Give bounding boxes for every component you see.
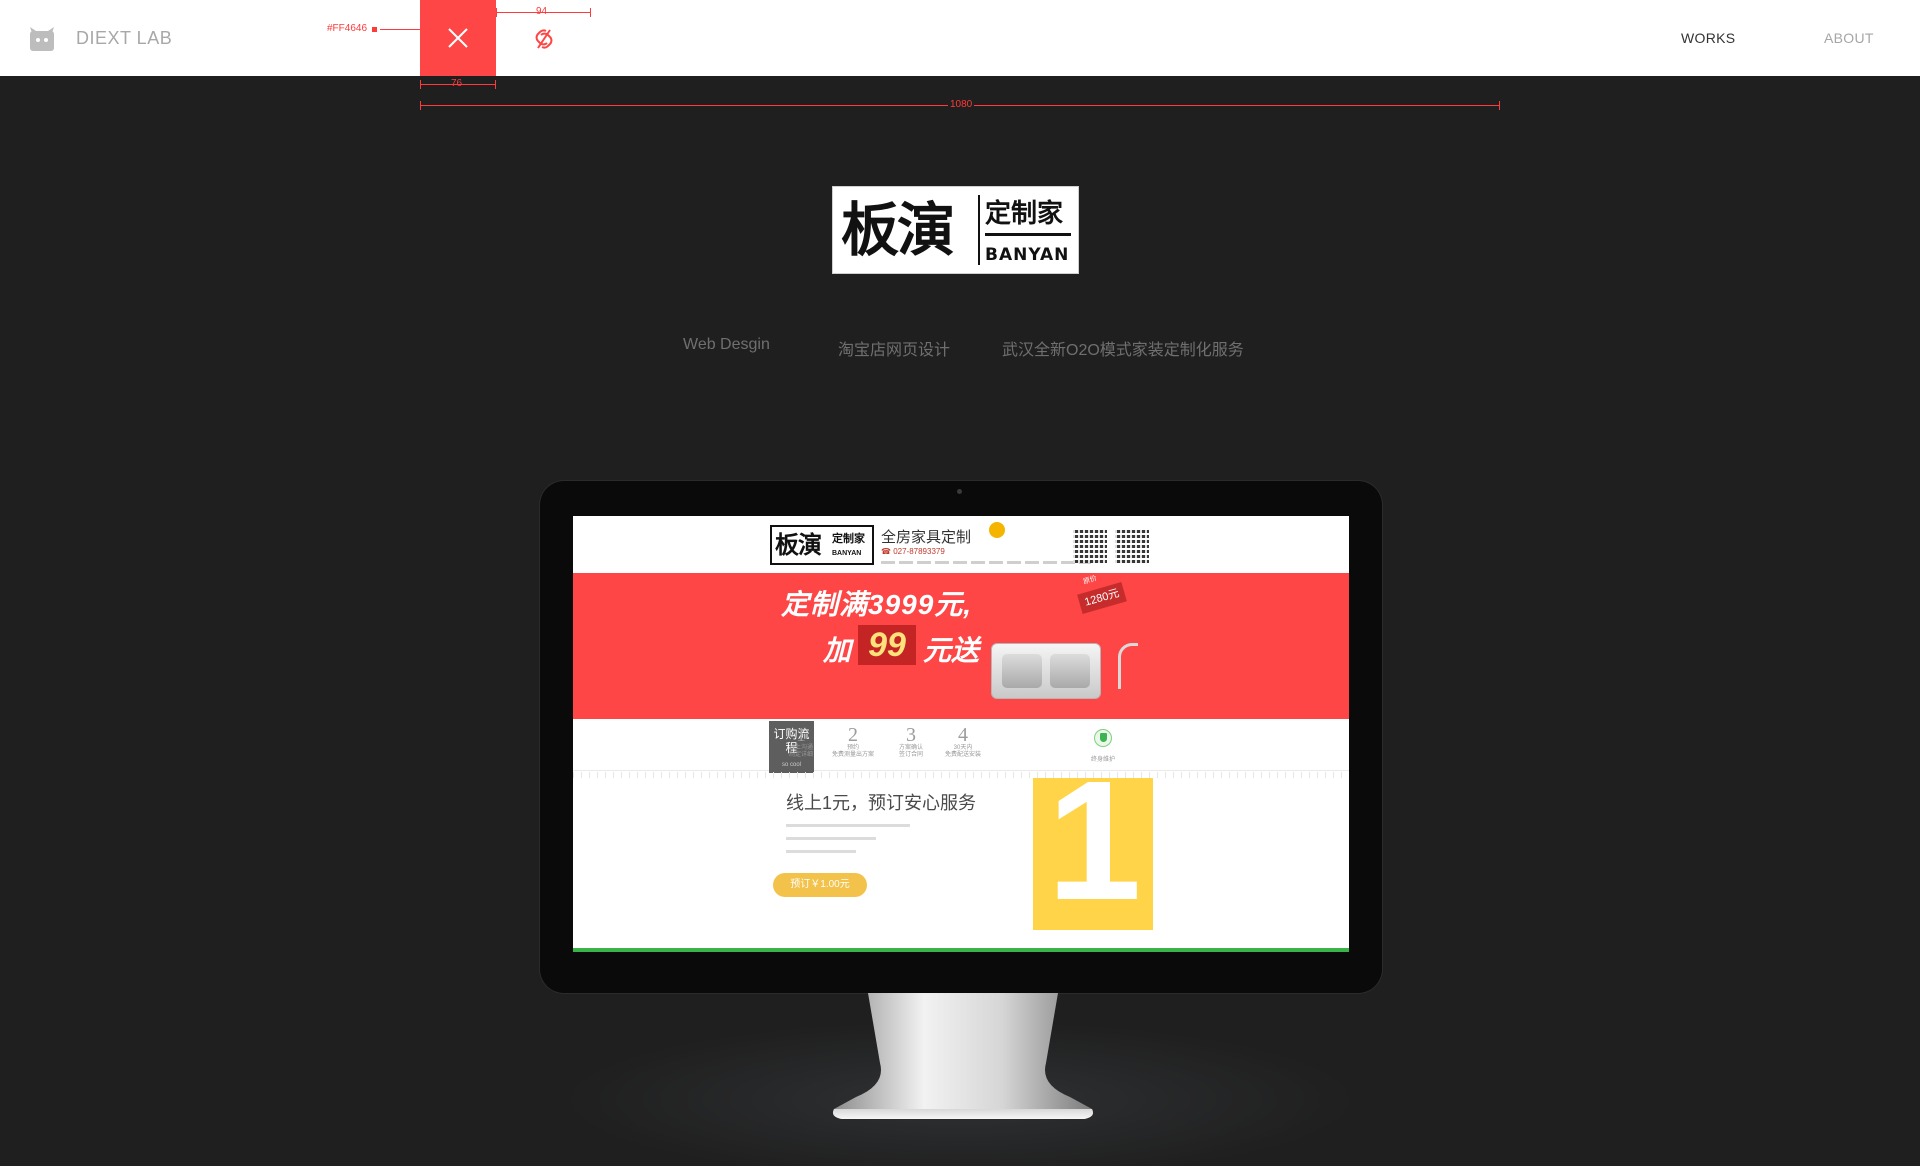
monitor-mockup: 板演 定制家 BANYAN 全房家具定制 ☎ 027-87893379 定制满3… [540,481,1382,993]
tag-web-design: Web Desgin [683,336,770,353]
shop-header: 板演 定制家 BANYAN 全房家具定制 ☎ 027-87893379 [573,516,1349,573]
process-step: 3 方案确认 签订合同 [886,725,936,759]
deposit-section: 线上1元，预订安心服务 预订￥1.00元 1 [573,778,1349,952]
camera-icon [957,489,962,494]
project-logo-side: 定制家 [985,199,1064,229]
project-logo-main: 板演 [841,196,955,264]
shop-phone: ☎ 027-87893379 [881,547,945,556]
monitor-screen: 板演 定制家 BANYAN 全房家具定制 ☎ 027-87893379 定制满3… [573,516,1349,952]
monitor-stand [833,993,1093,1119]
dimension-label-1080: 1080 [948,99,975,110]
nav-about[interactable]: ABOUT [1824,30,1874,46]
deposit-desc-line [786,824,910,827]
step-text: 预约 [846,745,859,751]
step-number: 2 [848,724,858,746]
deposit-desc-line [786,850,856,853]
color-annotation-line [380,29,420,30]
sink-image [991,643,1101,699]
tag-taobao-design: 淘宝店网页设计 [838,342,951,359]
guarantee-text: 终身维护 [1090,757,1115,763]
step-text: 方案确认 [898,745,923,751]
project-tags: Web Desgin 淘宝店网页设计 武汉全新O2O模式家装定制化服务 [0,336,1920,360]
price-tag-label: 原价 [1082,575,1098,586]
step-number: 3 [906,724,916,746]
brand-name: DIEXT LAB [76,27,173,48]
close-button[interactable] [420,0,496,76]
price-tag: 1280元 [1077,582,1127,614]
nav-works[interactable]: WORKS [1681,30,1735,46]
qr-code-icon [1073,529,1107,563]
link-button[interactable] [524,24,564,54]
dimension-tick [496,8,497,17]
promo-line-2-prefix: 加 [823,635,852,666]
color-swatch [372,27,377,32]
step-text: 免费测量出方案 [831,752,874,758]
dimension-tick [1499,101,1500,110]
step-text: 线上沟通 [788,745,813,751]
promo-line-2-suffix: 元送 [923,635,980,666]
shop-nav-links[interactable] [881,561,1091,564]
shop-logo-main: 板演 [775,531,822,559]
deposit-desc-line [786,837,876,840]
dimension-tick [420,101,421,110]
order-process: 订购流程 so cool 1 线上沟通 制定详细 2 预约 免费测量出方案 3 … [573,719,1349,773]
step-text: 签订合同 [898,752,923,758]
deposit-title: 线上1元，预订安心服务 [786,793,977,813]
promo-banner[interactable]: 定制满3999元, 加 99 元送 原价 1280元 [573,573,1349,719]
dimension-tick [590,8,591,17]
process-step: 1 线上沟通 制定详细 [776,725,826,759]
dimension-label-94: 94 [536,6,548,17]
big-number-panel: 1 [1033,778,1153,930]
qr-code-icon [1115,529,1149,563]
faucet-image [1118,643,1138,689]
deposit-button[interactable]: 预订￥1.00元 [773,873,867,897]
process-step: 2 预约 免费测量出方案 [828,725,878,759]
process-heading-sub: so cool [781,762,801,768]
dimension-tick [495,80,496,89]
shop-slogan: 全房家具定制 [881,529,972,546]
tag-service: 武汉全新O2O模式家装定制化服务 [1002,342,1244,359]
dimension-label-76: 76 [451,78,463,89]
step-number: 4 [958,724,968,746]
step-number: 1 [796,724,806,746]
step-text: 30天内 [953,745,973,751]
promo-line-1: 定制满3999元, [781,589,973,620]
robot-logo-icon [28,25,56,51]
shield-icon [1094,729,1112,747]
top-bar: DIEXT LAB WORKS ABOUT [0,0,1920,76]
logo-divider [978,195,980,265]
shop-logo-latin: BANYAN [832,550,862,557]
big-number: 1 [1047,778,1142,930]
link-icon [535,29,553,49]
promo-line-2-number: 99 [858,625,916,665]
process-step: 4 30天内 免费配送安装 [938,725,988,759]
shop-logo: 板演 定制家 BANYAN [770,525,874,565]
logo-underline [985,233,1071,236]
step-text: 免费配送安装 [944,752,981,758]
green-bar [573,948,1349,952]
brand[interactable]: DIEXT LAB [28,24,172,52]
heart-badge-icon [989,522,1005,538]
step-text: 制定详细 [788,752,813,758]
shop-logo-side: 定制家 [832,532,865,545]
project-logo: 板演 定制家 BANYAN [832,186,1079,274]
project-logo-latin: BANYAN [985,245,1070,265]
close-icon [448,28,468,48]
dimension-tick [420,80,421,89]
color-annotation: #FF4646 [327,23,368,34]
